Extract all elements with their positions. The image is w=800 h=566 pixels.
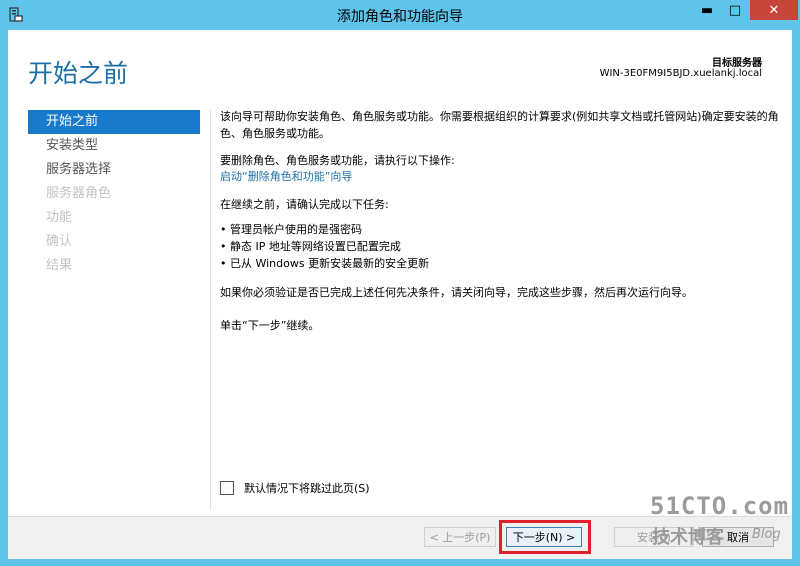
- list-item: • 管理员帐户使用的是强密码: [220, 221, 429, 238]
- remove-roles-wizard-link[interactable]: 启动“删除角色和功能”向导: [220, 168, 352, 185]
- skip-page-checkbox[interactable]: [220, 481, 234, 495]
- skip-page-label: 默认情况下将跳过此页(S): [244, 482, 370, 495]
- minimize-button[interactable]: ▬: [694, 0, 720, 20]
- task-list: • 管理员帐户使用的是强密码 • 静态 IP 地址等网络设置已配置完成 • 已从 Wi…: [220, 221, 429, 272]
- nav-item-results: 结果: [46, 258, 73, 273]
- click-next-text: 单击“下一步”继续。: [220, 319, 320, 332]
- cancel-button[interactable]: 取消: [702, 527, 774, 547]
- intro-text: 该向导可帮助你安装角色、角色服务或功能。你需要根据组织的计算要求(例如共享文档或…: [220, 110, 779, 140]
- wizard-client-area: 开始之前 目标服务器 WIN-3E0FM9I5BJD.xuelankj.loca…: [8, 30, 792, 559]
- task-text: 已从 Windows 更新安装最新的安全更新: [230, 257, 430, 270]
- previous-button: < 上一步(P): [424, 527, 496, 547]
- nav-item-server-selection[interactable]: 服务器选择: [28, 158, 200, 182]
- wizard-nav: 开始之前 安装类型 服务器选择 服务器角色 功能 确认 结果: [28, 110, 200, 278]
- list-item: • 已从 Windows 更新安装最新的安全更新: [220, 255, 429, 272]
- before-continue-text: 在继续之前，请确认完成以下任务:: [220, 198, 389, 211]
- close-button[interactable]: ✕: [750, 0, 798, 20]
- page-title: 开始之前: [28, 59, 129, 88]
- nav-item-features: 功能: [46, 210, 73, 225]
- title-bar[interactable]: 添加角色和功能向导 ▬ □ ✕: [0, 0, 800, 30]
- target-server-name: WIN-3E0FM9I5BJD.xuelankj.local: [599, 68, 762, 79]
- target-server-label: 目标服务器: [712, 58, 762, 69]
- window-title: 添加角色和功能向导: [337, 9, 463, 25]
- remove-instructions: 要删除角色、角色服务或功能，请执行以下操作:: [220, 154, 455, 167]
- nav-item-before-you-begin[interactable]: 开始之前: [28, 110, 200, 134]
- maximize-button[interactable]: □: [722, 0, 748, 20]
- next-button[interactable]: 下一步(N) >: [506, 527, 582, 547]
- list-item: • 静态 IP 地址等网络设置已配置完成: [220, 238, 429, 255]
- bullet-icon: •: [220, 223, 227, 236]
- bullet-icon: •: [220, 240, 227, 253]
- bullet-icon: •: [220, 257, 227, 270]
- verify-text: 如果你必须验证是否已完成上述任何先决条件，请关闭向导，完成这些步骤，然后再次运行…: [220, 286, 693, 299]
- wizard-footer: < 上一步(P) 下一步(N) > 安装(I) 取消: [8, 516, 792, 559]
- install-button: 安装(I): [614, 527, 694, 547]
- skip-page-option[interactable]: 默认情况下将跳过此页(S): [220, 480, 370, 496]
- nav-item-installation-type[interactable]: 安装类型: [28, 134, 200, 158]
- nav-divider: [210, 110, 211, 510]
- task-text: 静态 IP 地址等网络设置已配置完成: [230, 240, 401, 253]
- nav-item-confirmation: 确认: [46, 234, 73, 249]
- nav-item-server-roles: 服务器角色: [46, 186, 112, 201]
- task-text: 管理员帐户使用的是强密码: [230, 223, 362, 236]
